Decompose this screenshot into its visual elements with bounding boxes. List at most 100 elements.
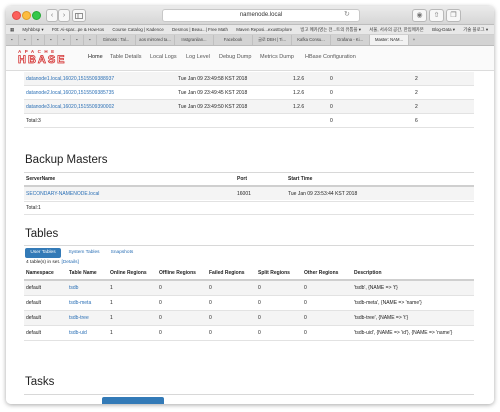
backup-master-link[interactable]: SECONDARY-NAMENODE.local <box>26 191 99 197</box>
table-offline-regions: 0 <box>159 315 162 321</box>
column-header: Offline Regions <box>159 270 196 276</box>
browser-tab[interactable]: Kafka Consu... <box>292 35 331 45</box>
hbase-logo[interactable]: APACHE HBASE <box>18 49 70 67</box>
pinned-tab[interactable]: ▪ <box>71 35 84 45</box>
tasks-active-tab[interactable] <box>102 397 164 404</box>
column-header: ServerName <box>26 176 56 182</box>
logo-hbase-text: HBASE <box>18 54 67 67</box>
bookmark-grid-icon[interactable]: ▦ <box>10 25 14 34</box>
backup-masters-total: Total:1 <box>26 205 41 211</box>
backup-master-port: 16001 <box>237 191 251 197</box>
browser-tab-active[interactable]: Master: NAM... <box>370 35 409 45</box>
nav-hbase-configuration[interactable]: HBase Configuration <box>305 54 356 60</box>
details-link[interactable]: [Details] <box>61 260 78 265</box>
table-failed-regions: 0 <box>209 330 212 336</box>
pinned-tab[interactable]: ▪ <box>58 35 71 45</box>
browser-tab[interactable]: Instgranilan... <box>175 35 214 45</box>
table-namespace: default <box>26 285 42 291</box>
tabs-overview-button[interactable]: ❐ <box>446 9 461 22</box>
browser-tab[interactable]: 글로 DBH | Ti... <box>253 35 292 45</box>
row-divider <box>24 113 474 114</box>
regionserver-link[interactable]: datanode2.local,16020,1515509385735 <box>26 90 114 96</box>
table-name-link[interactable]: tsdb-tree <box>69 315 89 321</box>
shield-icon: ◉ <box>416 12 423 19</box>
chevron-right-icon: › <box>62 12 66 19</box>
browser-tab[interactable]: Facebook <box>214 35 253 45</box>
reload-icon[interactable]: ↻ <box>344 10 350 18</box>
nav-log-level[interactable]: Log Level <box>186 54 210 60</box>
table-row-stripe <box>24 281 474 295</box>
row-divider <box>24 295 474 296</box>
bookmark-item[interactable]: 빙고 메카(영는 전...트의 유통을 ▾ <box>300 25 361 34</box>
chevron-left-icon: ‹ <box>50 12 54 19</box>
browser-titlebar: ‹ › namenode.local ↻ ◉ ⇧ ❐ <box>6 6 494 25</box>
table-offline-regions: 0 <box>159 330 162 336</box>
nav-home[interactable]: Home <box>88 54 103 60</box>
column-header: Start Time <box>288 176 313 182</box>
bookmark-item[interactable]: 기술 블로그 ▾ <box>463 25 488 34</box>
regionserver-requests: 0 <box>330 104 333 110</box>
row-divider <box>24 214 474 215</box>
nav-table-details[interactable]: Table Details <box>110 54 142 60</box>
bookmark-item[interactable]: Desmos | Beau...| Free Math <box>172 25 228 34</box>
tab-snapshots[interactable]: Snapshots <box>107 248 137 258</box>
regionservers-total-requests: 0 <box>330 118 333 124</box>
browser-tab[interactable]: Gimoss : Tal... <box>97 35 136 45</box>
pinned-tab[interactable]: ▪ <box>32 35 45 45</box>
minimize-window-button[interactable] <box>22 11 31 20</box>
back-button[interactable]: ‹ <box>46 9 58 22</box>
table-failed-regions: 0 <box>209 285 212 291</box>
table-name-link[interactable]: tsdb-uid <box>69 330 87 336</box>
row-divider <box>24 340 474 341</box>
tab-system-tables[interactable]: System Tables <box>64 248 104 258</box>
page-content: APACHE HBASE Home Table Details Local Lo… <box>6 46 494 404</box>
nav-local-logs[interactable]: Local Logs <box>150 54 177 60</box>
share-icon: ⇧ <box>433 12 440 19</box>
table-split-regions: 0 <box>258 285 261 291</box>
table-name-link[interactable]: tsdb <box>69 285 78 291</box>
pinned-tab[interactable]: ▪ <box>45 35 58 45</box>
regionservers-total: Total:3 <box>26 118 41 124</box>
bookmark-item[interactable]: Blog-Data ▾ <box>432 25 455 34</box>
tab-user-tables[interactable]: User Tables <box>25 248 61 258</box>
table-name-link[interactable]: tsdb-meta <box>69 300 91 306</box>
backup-master-start-time: Tue Jan 09 23:53:44 KST 2018 <box>288 191 358 197</box>
bookmark-item[interactable]: F0t: Ai-spar...pe & How-tos <box>52 25 104 34</box>
maximize-window-button[interactable] <box>32 11 41 20</box>
pinned-tab[interactable]: ▪ <box>84 35 97 45</box>
share-button[interactable]: ⇧ <box>429 9 444 22</box>
section-divider <box>24 394 474 395</box>
hbase-navbar: APACHE HBASE Home Table Details Local Lo… <box>6 46 494 71</box>
new-tab-button[interactable]: + <box>409 35 419 45</box>
table-split-regions: 0 <box>258 330 261 336</box>
column-header: Table Name <box>69 270 97 276</box>
address-bar[interactable]: namenode.local <box>162 9 360 22</box>
bookmark-item[interactable]: Maven Reposi...exusExplore <box>236 25 292 34</box>
bookmark-item[interactable]: 서울, 서사의 공간, 한입메카본 <box>369 25 424 34</box>
regionservers-total-regions: 6 <box>415 118 418 124</box>
regionserver-start-time: Tue Jan 09 23:49:45 KST 2018 <box>178 90 248 96</box>
nav-metrics-dump[interactable]: Metrics Dump <box>260 54 294 60</box>
forward-button[interactable]: › <box>58 9 70 22</box>
nav-debug-dump[interactable]: Debug Dump <box>219 54 251 60</box>
bookmark-item[interactable]: Course Catalog | Kadence <box>112 25 163 34</box>
table-count-text: 4 table(s) in set. [Details] <box>26 260 79 265</box>
close-window-button[interactable] <box>12 11 21 20</box>
pinned-tab[interactable]: ▪ <box>19 35 32 45</box>
regionserver-link[interactable]: datanode3.local,16020,1515509390002 <box>26 104 114 110</box>
column-header: Namespace <box>26 270 54 276</box>
extension-button[interactable]: ◉ <box>412 9 427 22</box>
sidebar-toggle-button[interactable] <box>72 9 86 22</box>
regionserver-version: 1.2.6 <box>293 76 305 82</box>
table-offline-regions: 0 <box>159 300 162 306</box>
bookmark-item[interactable]: Myhbbsp ▾ <box>22 25 43 34</box>
browser-tab-bar: ▪ ▪ ▪ ▪ ▪ ▪ ▪ Gimoss : Tal... aos mirrored ta...… <box>6 35 494 46</box>
table-split-regions: 0 <box>258 315 261 321</box>
table-other-regions: 0 <box>304 285 307 291</box>
table-namespace: default <box>26 330 42 336</box>
browser-tab[interactable]: aos mirrored ta... <box>136 35 175 45</box>
regionserver-regions: 2 <box>415 90 418 96</box>
regionserver-link[interactable]: datanode1.local,16020,1515509388937 <box>26 76 114 82</box>
pinned-tab[interactable]: ▪ <box>6 35 19 45</box>
browser-tab[interactable]: Grafana - Ki... <box>331 35 370 45</box>
